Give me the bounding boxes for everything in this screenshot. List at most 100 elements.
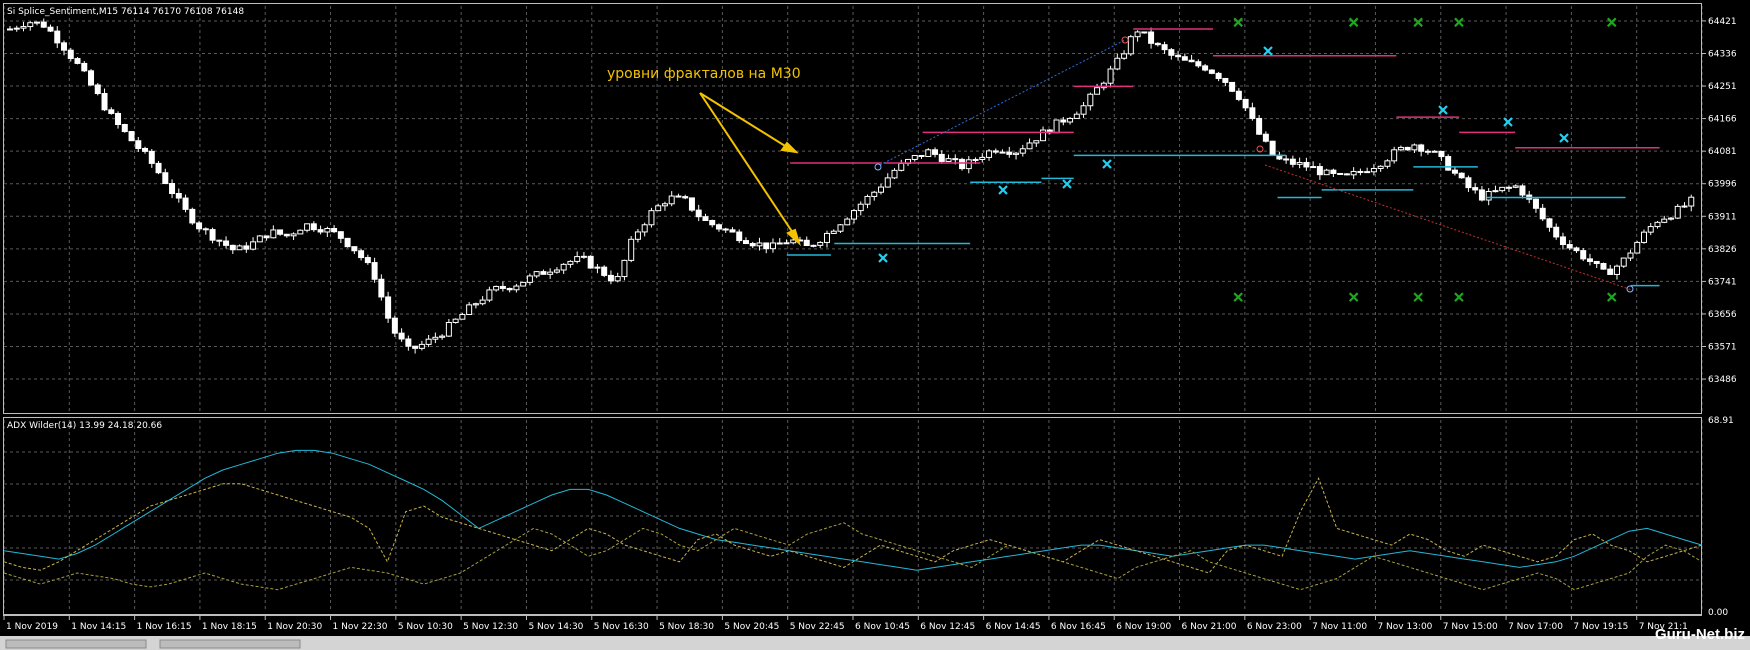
time-tick-label: 5 Nov 14:30 — [528, 622, 583, 632]
time-tick-label: 6 Nov 12:45 — [920, 622, 975, 632]
candle-down — [1431, 150, 1438, 153]
time-tick-label: 6 Nov 19:00 — [1116, 622, 1171, 632]
candle-up — [1661, 218, 1668, 223]
candle-down — [729, 229, 736, 233]
candle-down — [108, 109, 115, 114]
candle-down — [412, 345, 419, 349]
candle-up — [1067, 117, 1074, 123]
candle-up — [1485, 190, 1492, 201]
candle-down — [587, 255, 594, 269]
candle-up — [884, 177, 891, 188]
candle-up — [1296, 161, 1303, 165]
candle-down — [607, 274, 614, 282]
candle-up — [621, 259, 628, 278]
candle-up — [668, 195, 675, 205]
candle-up — [1094, 87, 1101, 95]
price-tick-label: 63486 — [1708, 375, 1737, 385]
time-tick-label: 7 Nov 17:00 — [1508, 622, 1563, 632]
candle-up — [472, 303, 479, 306]
candle-up — [1114, 57, 1121, 70]
candle-down — [1566, 244, 1573, 249]
candle-down — [1148, 31, 1155, 44]
candle-down — [1181, 56, 1188, 61]
candle-down — [1451, 169, 1458, 174]
candle-up — [1640, 231, 1647, 243]
candle-down — [1303, 161, 1310, 168]
candle-up — [810, 244, 817, 247]
candle-down — [378, 278, 385, 298]
candle-up — [1033, 140, 1040, 144]
candle-up — [986, 150, 993, 158]
time-tick-label: 1 Nov 2019 — [6, 622, 58, 632]
candle-down — [1580, 250, 1587, 260]
candle-down — [1195, 61, 1202, 67]
candle-up — [439, 335, 446, 338]
candle-up — [1667, 217, 1674, 220]
candle-up — [1026, 142, 1033, 150]
candle-down — [952, 158, 959, 161]
candle-down — [499, 285, 506, 289]
candle-up — [1107, 68, 1114, 84]
candle-down — [1343, 173, 1350, 176]
time-tick-label: 1 Nov 16:15 — [137, 622, 192, 632]
candle-down — [61, 42, 68, 51]
candle-up — [857, 203, 864, 212]
candle-down — [398, 332, 405, 340]
candle-up — [1040, 129, 1047, 142]
candle-down — [1208, 69, 1215, 74]
candle-down — [1586, 258, 1593, 262]
candle-up — [1121, 53, 1128, 59]
candle-down — [1256, 117, 1263, 135]
time-tick-label: 7 Nov 19:15 — [1573, 622, 1628, 632]
candle-down — [938, 153, 945, 162]
candle-up — [1013, 152, 1020, 155]
candle-up — [1512, 185, 1519, 188]
candle-down — [385, 296, 392, 319]
time-tick-label: 7 Nov 11:00 — [1312, 622, 1367, 632]
trading-chart-window[interactable]: уровни фракталов на М30 Si Splice_Sentim… — [0, 0, 1750, 650]
candle-up — [1505, 186, 1512, 189]
candle-up — [769, 242, 776, 250]
adx-tick-label: 68.91 — [1708, 416, 1734, 426]
candle-down — [1600, 263, 1607, 270]
candle-up — [452, 318, 459, 324]
time-tick-label: 6 Nov 10:45 — [855, 622, 910, 632]
candle-up — [20, 26, 27, 29]
candle-down — [155, 162, 162, 174]
candle-up — [641, 224, 648, 233]
candle-up — [1647, 226, 1654, 233]
candle-down — [1222, 77, 1229, 83]
candle-up — [1411, 144, 1418, 151]
candle-up — [1053, 119, 1060, 134]
candle-up — [250, 241, 257, 250]
candle-down — [74, 58, 81, 64]
bottom-scroll-strip[interactable] — [0, 636, 1750, 650]
candle-down — [1249, 107, 1256, 119]
candle-up — [1019, 148, 1026, 154]
time-tick-label: 6 Nov 16:45 — [1051, 622, 1106, 632]
candle-down — [364, 257, 371, 264]
candle-down — [351, 246, 358, 252]
candle-down — [1289, 158, 1296, 165]
candle-down — [709, 219, 716, 226]
candle-down — [1559, 236, 1566, 246]
candle-up — [1391, 149, 1398, 162]
candle-up — [851, 210, 857, 220]
candle-down — [310, 223, 317, 231]
candle-down — [115, 112, 122, 125]
candle-down — [1573, 247, 1580, 252]
candle-up — [493, 285, 500, 291]
time-tick-label: 5 Nov 10:30 — [398, 622, 453, 632]
candle-down — [1215, 72, 1222, 79]
candle-down — [1269, 140, 1276, 156]
candle-up — [783, 242, 790, 245]
candle-up — [1073, 113, 1080, 119]
time-tick-label: 5 Nov 18:30 — [659, 622, 714, 632]
candle-up — [823, 232, 830, 243]
candle-down — [1242, 98, 1249, 109]
candle-down — [202, 228, 209, 231]
candle-up — [459, 313, 466, 320]
candle-down — [682, 196, 689, 199]
candle-up — [648, 210, 655, 226]
candle-down — [67, 49, 74, 60]
